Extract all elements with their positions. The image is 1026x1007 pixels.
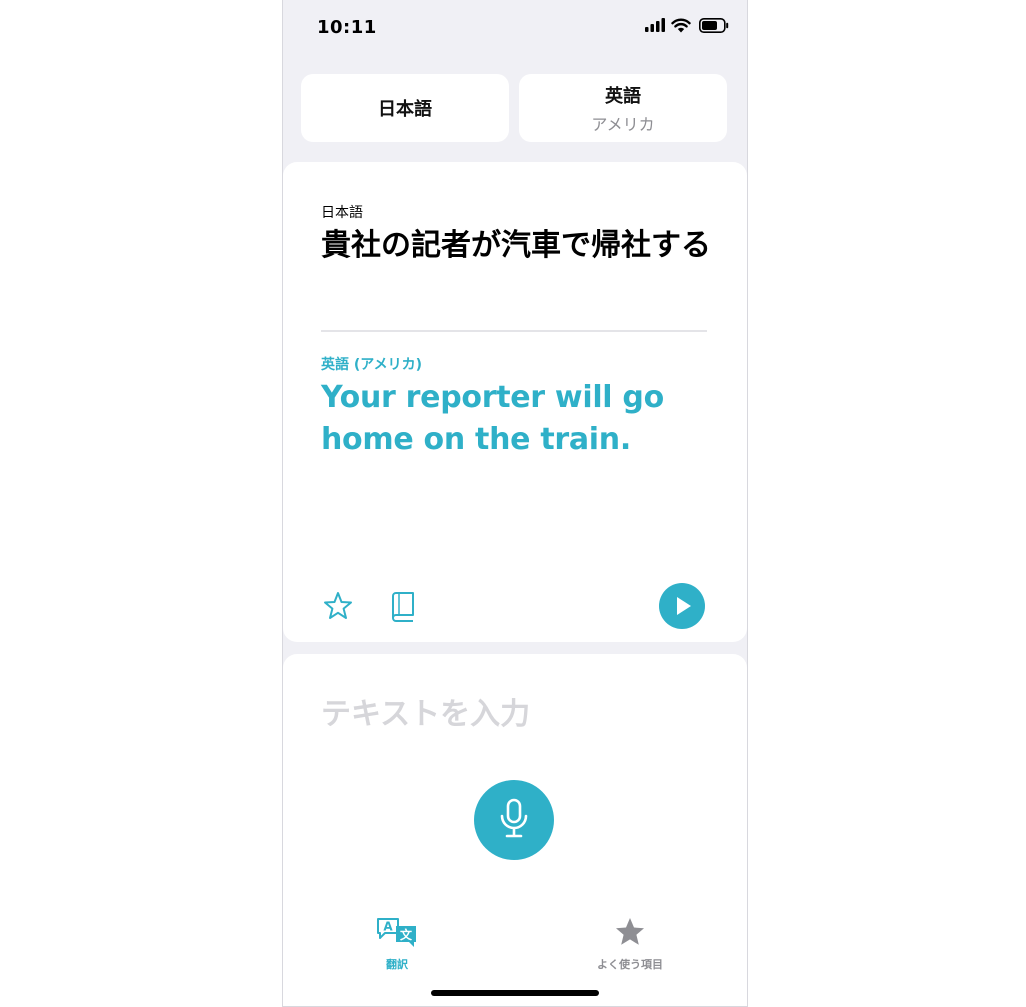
dictionary-book-icon[interactable] [391,590,417,622]
source-language-name: 日本語 [378,99,432,120]
microphone-icon [500,798,528,838]
svg-text:A: A [383,920,393,934]
tab-favorites[interactable]: よく使う項目 [570,916,690,972]
tab-translate[interactable]: A 文 翻訳 [337,916,457,972]
text-input[interactable] [321,692,701,736]
source-language-button[interactable]: 日本語 [301,74,509,142]
divider [321,330,707,332]
translate-icon: A 文 [377,918,416,947]
tab-favorites-label: よく使う項目 [597,958,663,971]
translation-card: 日本語 貴社の記者が汽車で帰社する 英語 (アメリカ) Your reporte… [283,162,747,642]
translated-text[interactable]: Your reporter will go home on the train. [321,377,711,461]
source-text[interactable]: 貴社の記者が汽車で帰社する [321,225,711,267]
wifi-icon [671,18,691,33]
svg-text:文: 文 [400,927,413,942]
target-language-region: アメリカ [591,114,655,134]
home-indicator [431,990,599,996]
battery-icon [699,18,729,33]
status-bar: 10:11 [283,0,747,56]
target-language-button[interactable]: 英語 アメリカ [519,74,727,142]
tab-translate-label: 翻訳 [386,958,408,971]
play-icon[interactable] [659,583,705,629]
cellular-signal-icon [645,18,665,32]
phone-screen: 10:11 日本語 英語 アメリカ 日本語 貴社の記者が汽車で帰社する 英語 (… [282,0,748,1007]
target-language-name: 英語 [605,85,641,107]
star-filled-icon [616,918,644,945]
translated-text-language-label: 英語 (アメリカ) [321,357,422,373]
star-icon[interactable] [322,590,354,622]
source-text-language-label: 日本語 [321,205,363,221]
microphone-button[interactable] [474,780,554,860]
status-time: 10:11 [317,17,377,38]
input-card: A 文 翻訳 よく使う項目 [283,654,747,1006]
